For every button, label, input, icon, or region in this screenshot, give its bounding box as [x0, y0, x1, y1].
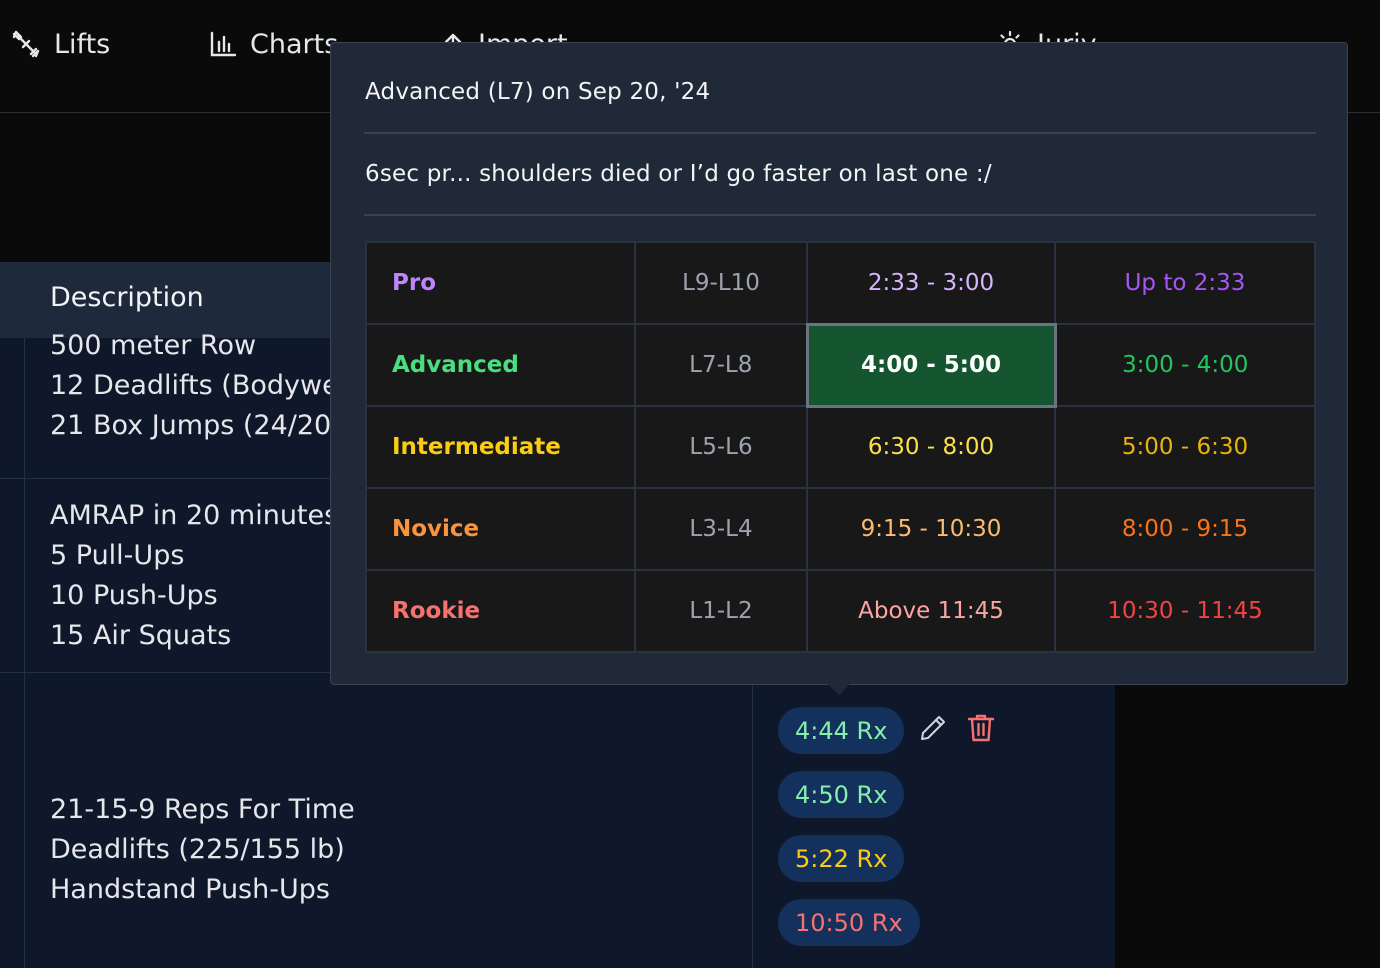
result-pill[interactable]: 4:50 Rx: [778, 771, 905, 818]
level-time-text: 3:00 - 4:00: [1122, 352, 1249, 378]
level-range-text: L1-L2: [689, 598, 753, 624]
level-range: L3-L4: [634, 487, 808, 571]
workout-description-line: 21-15-9 Reps For Time: [50, 794, 355, 825]
level-range-text: L7-L8: [689, 352, 753, 378]
delete-result-button[interactable]: [964, 713, 998, 747]
workout-description-line: 21 Box Jumps (24/20: [50, 410, 332, 441]
level-time: 10:30 - 11:45: [1054, 569, 1316, 653]
column-divider: [24, 338, 25, 968]
bar-chart-icon: [208, 29, 238, 59]
popover-divider: [364, 214, 1316, 216]
level-time: 3:00 - 4:00: [1054, 323, 1316, 407]
level-time-text: 8:00 - 9:15: [1121, 516, 1249, 542]
workout-description-line: Handstand Push-Ups: [50, 874, 330, 905]
level-range-text: L3-L4: [689, 516, 753, 542]
level-name: Advanced: [365, 323, 636, 407]
level-range: L7-L8: [634, 323, 808, 407]
edit-result-button[interactable]: [916, 713, 950, 747]
workout-description-line: Deadlifts (225/155 lb): [50, 834, 345, 865]
level-time-text: 10:30 - 11:45: [1107, 598, 1263, 624]
result-pill[interactable]: 4:44 Rx: [778, 707, 905, 754]
level-name-text: Intermediate: [392, 434, 561, 460]
level-time-text: Up to 2:33: [1124, 270, 1246, 296]
popover-arrow: [828, 684, 850, 695]
workout-description-line: 15 Air Squats: [50, 620, 232, 651]
level-time-text: 5:00 - 6:30: [1121, 434, 1249, 460]
workout-description-line: 12 Deadlifts (Bodywei: [50, 370, 347, 401]
level-name-text: Rookie: [392, 598, 481, 624]
level-name: Intermediate: [365, 405, 636, 489]
popover-divider: [364, 132, 1316, 134]
nav-lifts-label: Lifts: [54, 28, 111, 60]
popover-title: Advanced (L7) on Sep 20, '24: [365, 79, 711, 105]
level-row: Rookie L1-L2 Above 11:45 10:30 - 11:45: [365, 569, 1316, 653]
level-range-text: L5-L6: [689, 434, 753, 460]
description-column-header: Description: [50, 282, 204, 313]
pencil-icon: [918, 713, 948, 747]
workout-description-line: 500 meter Row: [50, 330, 257, 361]
level-range-text: L9-L10: [682, 270, 760, 296]
level-range: L5-L6: [634, 405, 808, 489]
level-time: Up to 2:33: [1054, 241, 1316, 325]
popover-note: 6sec pr... shoulders died or I’d go fast…: [365, 161, 992, 187]
level-row: Novice L3-L4 9:15 - 10:30 8:00 - 9:15: [365, 487, 1316, 571]
level-name: Pro: [365, 241, 636, 325]
level-name: Rookie: [365, 569, 636, 653]
workout-description-line: AMRAP in 20 minutes: [50, 500, 339, 531]
result-pill[interactable]: 5:22 Rx: [778, 835, 905, 882]
result-pill[interactable]: 10:50 Rx: [778, 899, 920, 946]
nav-lifts[interactable]: Lifts: [10, 26, 110, 62]
level-time-text: Above 11:45: [858, 598, 1004, 624]
workout-description-line: 5 Pull-Ups: [50, 540, 185, 571]
level-row: Advanced L7-L8 4:00 - 5:00 3:00 - 4:00: [365, 322, 1316, 408]
level-name-text: Pro: [392, 270, 437, 296]
level-time-highlighted-text: 4:00 - 5:00: [861, 352, 1001, 378]
result-details-popover: Advanced (L7) on Sep 20, '24 6sec pr... …: [330, 42, 1348, 685]
level-row: Intermediate L5-L6 6:30 - 8:00 5:00 - 6:30: [365, 405, 1316, 489]
level-time-text: 2:33 - 3:00: [867, 269, 995, 296]
level-time-text: 6:30 - 8:00: [867, 434, 995, 461]
trash-icon: [966, 712, 996, 748]
level-time: 5:00 - 6:30: [1054, 405, 1316, 489]
level-time-highlighted: 4:00 - 5:00: [805, 322, 1057, 408]
level-time: 8:00 - 9:15: [1054, 487, 1316, 571]
level-time-text: 9:15 - 10:30: [860, 516, 1002, 542]
level-name-text: Novice: [392, 516, 480, 542]
level-time: 9:15 - 10:30: [806, 487, 1056, 571]
nav-charts-label: Charts: [250, 28, 339, 60]
level-time: Above 11:45: [806, 569, 1056, 653]
level-time: 6:30 - 8:00: [806, 405, 1056, 489]
level-name: Novice: [365, 487, 636, 571]
dumbbell-icon: [10, 28, 42, 60]
level-time: 2:33 - 3:00: [806, 241, 1056, 325]
level-row: Pro L9-L10 2:33 - 3:00 Up to 2:33: [365, 241, 1316, 325]
level-name-text: Advanced: [392, 352, 519, 378]
level-range: L9-L10: [634, 241, 808, 325]
nav-charts[interactable]: Charts: [208, 26, 338, 62]
level-range: L1-L2: [634, 569, 808, 653]
levels-table: Pro L9-L10 2:33 - 3:00 Up to 2:33 Advanced L7…: [365, 241, 1316, 653]
workout-description-line: 10 Push-Ups: [50, 580, 218, 611]
